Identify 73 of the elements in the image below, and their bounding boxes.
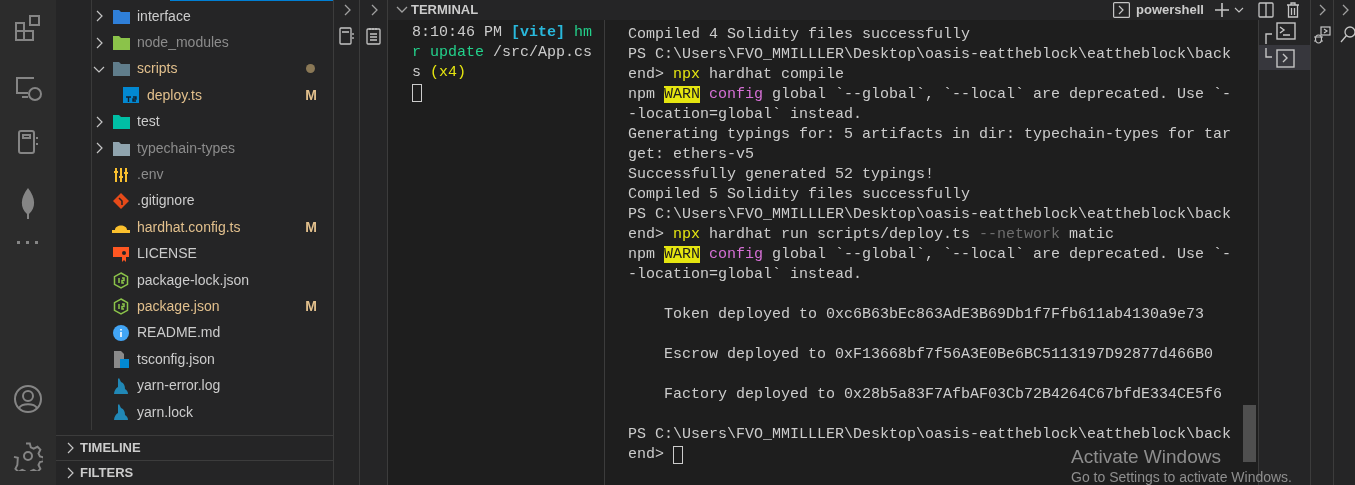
chevron-right-icon[interactable] [1317, 4, 1327, 16]
certificate-icon [113, 245, 129, 262]
hexagon-icon [113, 298, 129, 315]
settings-icon[interactable] [13, 441, 43, 471]
activation-title: Activate Windows [1071, 447, 1222, 467]
split-icon[interactable] [1258, 2, 1274, 18]
terminal-icon [1265, 21, 1299, 44]
terminal-line: get: ethers-v5 [628, 145, 755, 165]
config-file-icon [113, 350, 129, 368]
file-name[interactable]: package.json [137, 296, 220, 317]
terminal-line: Successfully generated 52 typings! [628, 165, 935, 185]
terminal-line: Compiled 4 Solidity files successfully [628, 25, 971, 45]
sliders-icon [113, 166, 129, 183]
more-icon[interactable] [16, 240, 40, 246]
notepad-icon[interactable] [366, 27, 381, 45]
file-name[interactable]: package-lock.json [137, 269, 250, 291]
terminal-line: Token deployed to 0xc6B63bEc863AdE3B69Db1f7Ffb611ab4130a9e73 [663, 305, 1205, 325]
shell-selector[interactable]: powershell [1113, 0, 1204, 20]
file-name[interactable]: .gitignore [137, 190, 195, 212]
terminal-instance-tab[interactable] [1259, 45, 1310, 70]
terminal-line: 8:10:46 PM [vite] hm [412, 23, 593, 43]
terminal-line: end> npx hardhat run scripts/deploy.ts --network matic [628, 225, 1115, 245]
add-icon[interactable] [1214, 2, 1230, 18]
file-name[interactable]: yarn.lock [137, 401, 194, 423]
file-name[interactable]: hardhat.config.ts [137, 216, 241, 238]
terminal-line: Compiled 5 Solidity files successfully [628, 185, 971, 205]
terminal-line: npm WARN config global `--global`, `--local` are deprecated. Use `- [628, 245, 1232, 265]
activation-message: Go to Settings to activate Windows. [1071, 469, 1292, 485]
git-status-letter: M [305, 297, 317, 316]
chevron-down-icon [396, 5, 408, 15]
terminal-line: Escrow deployed to 0xF13668bf7f56A3E0Be6BC5113197D92877d466B0 [663, 345, 1214, 365]
terminal-line: Factory deployed to 0x28b5a83F7AfbAF03Cb72B4264C67bfdE334CE5f6 [663, 385, 1223, 405]
file-name[interactable]: yarn-error.log [137, 375, 221, 397]
section-header[interactable]: FILTERS [56, 460, 333, 485]
folder-name[interactable]: node_modules [137, 32, 229, 54]
file-name[interactable]: tsconfig.json [137, 348, 215, 370]
terminal-line: end> npx hardhat compile [628, 65, 845, 85]
terminal-line: end> [628, 445, 665, 465]
file-name[interactable]: .env [137, 164, 164, 186]
extensions-icon[interactable] [14, 14, 42, 42]
terminal-icon [1113, 2, 1131, 18]
trash-icon[interactable] [1286, 2, 1300, 18]
terminal-panel-header[interactable]: TERMINAL [388, 0, 479, 20]
git-icon [113, 192, 129, 209]
terminal-line: npm WARN config global `--global`, `--local` are deprecated. Use `- [628, 85, 1232, 105]
terminal-line: PS C:\Users\FVO_MMILLLER\Desktop\oasis-eattheblock\eattheblock\back [628, 205, 1232, 225]
terminal-line: -location=global` instead. [628, 265, 863, 285]
section-header[interactable]: TIMELINE [56, 435, 333, 460]
terminal-line: Generating typings for: 5 artifacts in dir: typechain-types for tar [628, 125, 1232, 145]
folder-name[interactable]: test [137, 111, 160, 133]
git-status-letter: M [305, 217, 317, 237]
terminal-line: s (x4) [412, 63, 467, 83]
remote-explorer-icon[interactable] [14, 74, 42, 102]
account-icon[interactable] [13, 384, 43, 414]
terminal-line: r update /src/App.cs [412, 43, 593, 63]
folder-name[interactable]: interface [137, 5, 191, 27]
file-name[interactable]: deploy.ts [147, 84, 202, 106]
hexagon-icon [113, 271, 129, 289]
search-icon[interactable] [1339, 26, 1355, 44]
chevron-down-icon[interactable] [1234, 6, 1244, 14]
scrollbar-thumb[interactable] [1243, 405, 1256, 462]
file-name[interactable]: LICENSE [137, 243, 197, 265]
terminal-line: PS C:\Users\FVO_MMILLLER\Desktop\oasis-eattheblock\eattheblock\back [628, 45, 1232, 65]
terminal-line: -location=global` instead. [628, 105, 863, 125]
file-name[interactable]: README.md [137, 322, 221, 344]
terminal-line: PS C:\Users\FVO_MMILLLER\Desktop\oasis-eattheblock\eattheblock\back [628, 425, 1232, 445]
git-status-letter: M [305, 85, 317, 105]
typescript-file-icon [123, 87, 139, 104]
debug-icon[interactable] [1313, 26, 1331, 44]
panel-icon[interactable] [338, 27, 355, 45]
folder-name[interactable]: typechain-types [137, 137, 236, 159]
folder-name[interactable]: scripts [137, 58, 178, 80]
info-icon [113, 324, 129, 341]
